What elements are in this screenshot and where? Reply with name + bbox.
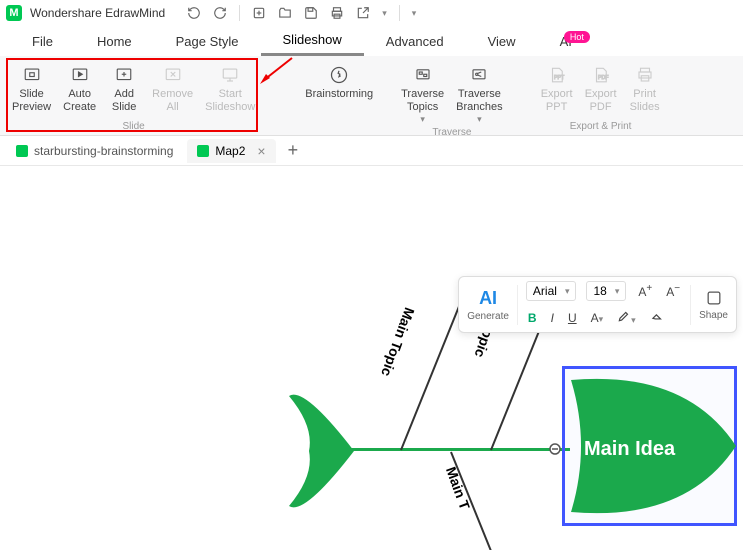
traverse-topics-icon [413,66,433,84]
ribbon-group-slide: Slide Preview Auto Create Add Slide Remo… [6,60,261,134]
svg-text:PDF: PDF [598,75,609,81]
menu-ai[interactable]: AIHot [538,28,612,55]
traverse-branches-button[interactable]: Traverse Branches▾ [450,60,508,127]
print-slides-button: Print Slides [623,60,667,116]
menu-view[interactable]: View [466,28,538,55]
print-icon[interactable] [330,6,344,20]
shape-button[interactable]: Shape [699,288,728,321]
bold-button[interactable]: B [526,309,539,327]
ribbon-group-export: PPT Export PPT PDF Export PDF Print Slid… [535,60,667,134]
doc-icon [197,145,209,157]
decrease-font-button[interactable]: A− [664,281,682,301]
hot-badge: Hot [564,31,590,43]
ribbon-group-brainstorm: Brainstorming [299,60,379,134]
undo-icon[interactable] [187,6,201,20]
brainstorming-icon [329,65,349,85]
brainstorming-button[interactable]: Brainstorming [299,60,379,103]
auto-create-icon [70,66,90,84]
ribbon: Slide Preview Auto Create Add Slide Remo… [0,56,743,136]
group-label-traverse: Traverse [432,127,471,140]
add-slide-icon [114,66,134,84]
tab-starbursting[interactable]: starbursting-brainstorming [6,140,183,162]
remove-all-icon [163,66,183,84]
italic-button[interactable]: I [549,309,556,327]
close-icon[interactable]: × [257,143,265,159]
app-title: Wondershare EdrawMind [30,6,165,20]
highlighter-icon [617,309,631,323]
menu-page-style[interactable]: Page Style [154,28,261,55]
export-ppt-icon: PPT [548,65,566,85]
app-logo: M [6,5,22,21]
font-color-button[interactable]: A▾ [589,309,606,327]
group-label-export: Export & Print [570,121,632,134]
clear-format-button[interactable] [648,307,666,328]
titlebar: M Wondershare EdrawMind ▾ ▾ [0,0,743,26]
more-caret-icon[interactable]: ▾ [412,8,417,19]
font-size-select[interactable]: 18▾ [586,281,626,301]
quick-actions: ▾ ▾ [187,5,416,21]
ribbon-group-traverse: Traverse Topics▾ Traverse Branches▾ Trav… [395,60,508,134]
eraser-icon [650,309,664,323]
start-slideshow-button: Start Slideshow [199,60,261,116]
export-pdf-button: PDF Export PDF [579,60,623,116]
menubar: File Home Page Style Slideshow Advanced … [0,26,743,56]
ai-icon: AI [479,288,497,309]
doc-tabs: starbursting-brainstorming Map2 × + [0,136,743,166]
export-ppt-button: PPT Export PPT [535,60,579,116]
floating-toolbar: AI Generate Arial▾ 18▾ A+ A− B I U A▾ ▾ … [458,276,737,333]
shape-icon [704,288,724,308]
topic-label[interactable]: Main T [443,465,473,512]
slide-preview-icon [22,66,42,84]
doc-icon [16,145,28,157]
share-caret-icon[interactable]: ▾ [382,8,387,19]
underline-button[interactable]: U [566,309,579,327]
font-family-select[interactable]: Arial▾ [526,281,577,301]
open-icon[interactable] [278,6,292,20]
print-slides-icon [636,66,654,84]
divider [517,285,518,325]
tab-map2[interactable]: Map2 × [187,139,275,163]
menu-file[interactable]: File [10,28,75,55]
divider [399,5,400,21]
topic-label[interactable]: Main Topic [378,305,418,378]
canvas[interactable]: Main Topic in Topic Main T Main Idea AI … [0,166,743,550]
connector-node-icon[interactable] [548,442,562,456]
auto-create-button[interactable]: Auto Create [57,60,102,116]
highlight-button[interactable]: ▾ [615,307,638,328]
divider [239,5,240,21]
ai-generate-button[interactable]: AI Generate [467,288,509,322]
redo-icon[interactable] [213,6,227,20]
svg-text:PPT: PPT [554,75,565,81]
fish-tail-shape[interactable] [284,376,384,526]
annotation-arrow-icon [258,56,294,86]
remove-all-button: Remove All [146,60,199,116]
start-slideshow-icon [220,66,240,84]
add-tab-button[interactable]: + [280,140,307,161]
slide-preview-button[interactable]: Slide Preview [6,60,57,116]
menu-advanced[interactable]: Advanced [364,28,466,55]
menu-slideshow[interactable]: Slideshow [261,26,364,56]
group-label-slide: Slide [123,121,145,134]
traverse-branches-icon [469,66,489,84]
share-icon[interactable] [356,6,370,20]
increase-font-button[interactable]: A+ [636,281,654,301]
save-icon[interactable] [304,6,318,20]
export-pdf-icon: PDF [592,65,610,85]
add-slide-button[interactable]: Add Slide [102,60,146,116]
main-idea-label: Main Idea [584,438,675,461]
divider [690,285,691,325]
new-icon[interactable] [252,6,266,20]
traverse-topics-button[interactable]: Traverse Topics▾ [395,60,450,127]
menu-home[interactable]: Home [75,28,154,55]
